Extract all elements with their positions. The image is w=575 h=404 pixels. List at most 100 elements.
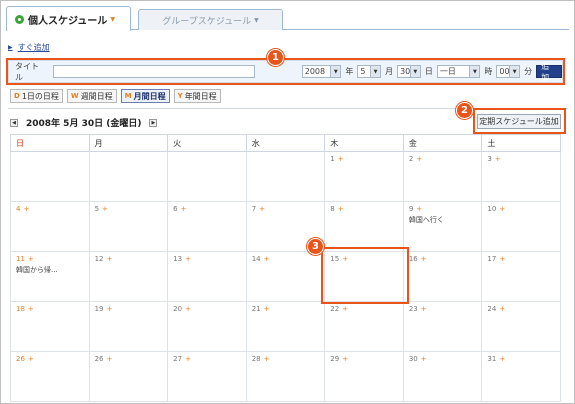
day-cell[interactable] xyxy=(245,151,326,202)
day-cell[interactable]: 31 + xyxy=(481,351,561,402)
add-event-plus-icon[interactable]: + xyxy=(338,205,344,213)
day-cell[interactable]: 9 + 韓国へ行く xyxy=(402,201,483,252)
view-year-button[interactable]: Y 年間日程 xyxy=(173,89,221,103)
day-number: 4 xyxy=(16,205,21,213)
day-cell[interactable]: 21 + xyxy=(245,301,326,352)
add-event-plus-icon[interactable]: + xyxy=(421,305,427,313)
day-cell[interactable]: 30 + xyxy=(402,351,483,402)
prev-arrow-icon[interactable]: ◀ xyxy=(10,118,18,127)
day-cell[interactable]: 3 + xyxy=(481,151,561,202)
add-event-plus-icon[interactable]: + xyxy=(181,205,187,213)
add-event-plus-icon[interactable]: + xyxy=(499,205,505,213)
day-cell[interactable]: 29 + xyxy=(324,351,404,402)
day-cell[interactable]: 1 + xyxy=(324,151,404,202)
add-event-plus-icon[interactable]: + xyxy=(499,255,505,263)
day-cell[interactable]: 20 + xyxy=(167,301,247,352)
add-event-plus-icon[interactable]: + xyxy=(28,305,34,313)
add-event-plus-icon[interactable]: + xyxy=(342,355,348,363)
day-number: 27 xyxy=(173,355,183,363)
day-cell[interactable]: 5 + xyxy=(88,201,169,252)
day-cell[interactable]: 19 + xyxy=(88,301,169,352)
add-event-plus-icon[interactable]: + xyxy=(264,355,270,363)
current-date: 2008年 5月 30日 (金曜日) xyxy=(26,119,142,129)
add-event-plus-icon[interactable]: + xyxy=(28,355,34,363)
event-item[interactable]: 韓国へ行く xyxy=(409,215,482,225)
view-day-label: 1日の日程 xyxy=(21,91,59,101)
add-event-plus-icon[interactable]: + xyxy=(107,355,113,363)
day-cell[interactable]: 26 + xyxy=(10,351,90,402)
add-event-plus-icon[interactable]: + xyxy=(107,255,113,263)
day-number: 8 xyxy=(330,205,335,213)
day-cell[interactable]: 28 + xyxy=(245,351,326,402)
day-cell[interactable]: 14 + xyxy=(245,251,326,302)
day-number: 7 xyxy=(251,205,257,213)
view-day-key: D xyxy=(14,92,20,100)
view-switcher: D 1日の日程 W 週間日程 M 月間日程 Y 年間日程 xyxy=(10,89,221,103)
add-event-plus-icon[interactable]: + xyxy=(102,205,108,213)
add-event-plus-icon[interactable]: + xyxy=(338,155,344,163)
tab-personal-schedule[interactable]: 個人スケジュール ▼ xyxy=(6,6,131,31)
day-cell[interactable]: 22 + xyxy=(324,301,404,352)
day-number: 26 xyxy=(16,355,25,363)
day-number: 28 xyxy=(251,355,261,363)
day-cell[interactable]: 2 + xyxy=(402,151,483,202)
add-event-plus-icon[interactable]: + xyxy=(23,205,29,213)
next-arrow-icon[interactable]: ▶ xyxy=(149,118,158,127)
add-event-plus-icon[interactable]: + xyxy=(421,255,427,263)
day-number: 30 xyxy=(408,355,418,363)
add-event-plus-icon[interactable]: + xyxy=(185,355,191,363)
day-cell[interactable]: 27 + xyxy=(167,351,247,402)
add-event-plus-icon[interactable]: + xyxy=(342,305,348,313)
view-month-button[interactable]: M 月間日程 xyxy=(120,89,170,103)
day-number: 3 xyxy=(487,155,492,163)
day-number: 17 xyxy=(487,255,497,263)
add-event-plus-icon[interactable]: + xyxy=(416,205,422,213)
add-event-plus-icon[interactable]: + xyxy=(28,255,34,263)
day-cell[interactable]: 12 + xyxy=(88,251,169,302)
week-row: 1 +2 +3 + xyxy=(10,151,561,202)
view-day-button[interactable]: D 1日の日程 xyxy=(10,89,63,103)
add-event-plus-icon[interactable]: + xyxy=(264,305,270,313)
add-event-plus-icon[interactable]: + xyxy=(107,305,113,313)
callout-1: 1 xyxy=(267,49,284,66)
view-month-key: M xyxy=(124,92,132,100)
view-week-key: W xyxy=(70,92,79,100)
day-number: 24 xyxy=(487,305,497,313)
day-cell[interactable]: 17 + xyxy=(481,251,561,302)
weekday-fri: 金 xyxy=(402,134,483,152)
tab-personal-label: 個人スケジュール xyxy=(28,15,108,27)
day-cell[interactable]: 11 + 韓国から帰... xyxy=(10,251,90,302)
add-event-plus-icon[interactable]: + xyxy=(421,355,427,363)
day-cell[interactable]: 6 + xyxy=(167,201,247,252)
add-event-plus-icon[interactable]: + xyxy=(185,255,191,263)
add-event-plus-icon[interactable]: + xyxy=(416,155,422,163)
day-cell[interactable]: 16 + xyxy=(402,251,483,302)
day-cell[interactable]: 23 + xyxy=(402,301,483,352)
event-item[interactable]: 韓国から帰... xyxy=(16,265,89,275)
circle-icon xyxy=(15,14,24,24)
day-cell[interactable]: 13 + xyxy=(167,251,247,302)
quick-add-link[interactable]: ▶ すぐ追加 xyxy=(8,42,50,53)
day-cell[interactable]: 4 + xyxy=(10,201,90,252)
add-event-plus-icon[interactable]: + xyxy=(499,305,505,313)
day-cell[interactable] xyxy=(88,151,169,202)
day-number: 9 xyxy=(408,205,414,213)
day-cell[interactable]: 8 + xyxy=(324,201,404,252)
add-event-plus-icon[interactable]: + xyxy=(185,305,191,313)
day-cell[interactable] xyxy=(10,151,90,202)
day-cell[interactable]: 10 + xyxy=(481,201,561,252)
tab-group-schedule[interactable]: グループスケジュール ▼ xyxy=(138,9,283,30)
highlight-box-2 xyxy=(473,108,566,134)
day-number: 29 xyxy=(330,355,340,363)
add-event-plus-icon[interactable]: + xyxy=(499,355,505,363)
day-cell[interactable] xyxy=(167,151,247,202)
day-cell[interactable]: 18 + xyxy=(10,301,90,352)
day-cell[interactable]: 26 + xyxy=(88,351,169,402)
day-cell[interactable]: 24 + xyxy=(481,301,561,352)
day-number: 11 xyxy=(16,255,25,263)
add-event-plus-icon[interactable]: + xyxy=(264,255,270,263)
add-event-plus-icon[interactable]: + xyxy=(259,205,265,213)
view-week-button[interactable]: W 週間日程 xyxy=(66,89,117,103)
weekday-sun: 日 xyxy=(10,134,90,152)
add-event-plus-icon[interactable]: + xyxy=(495,155,501,163)
